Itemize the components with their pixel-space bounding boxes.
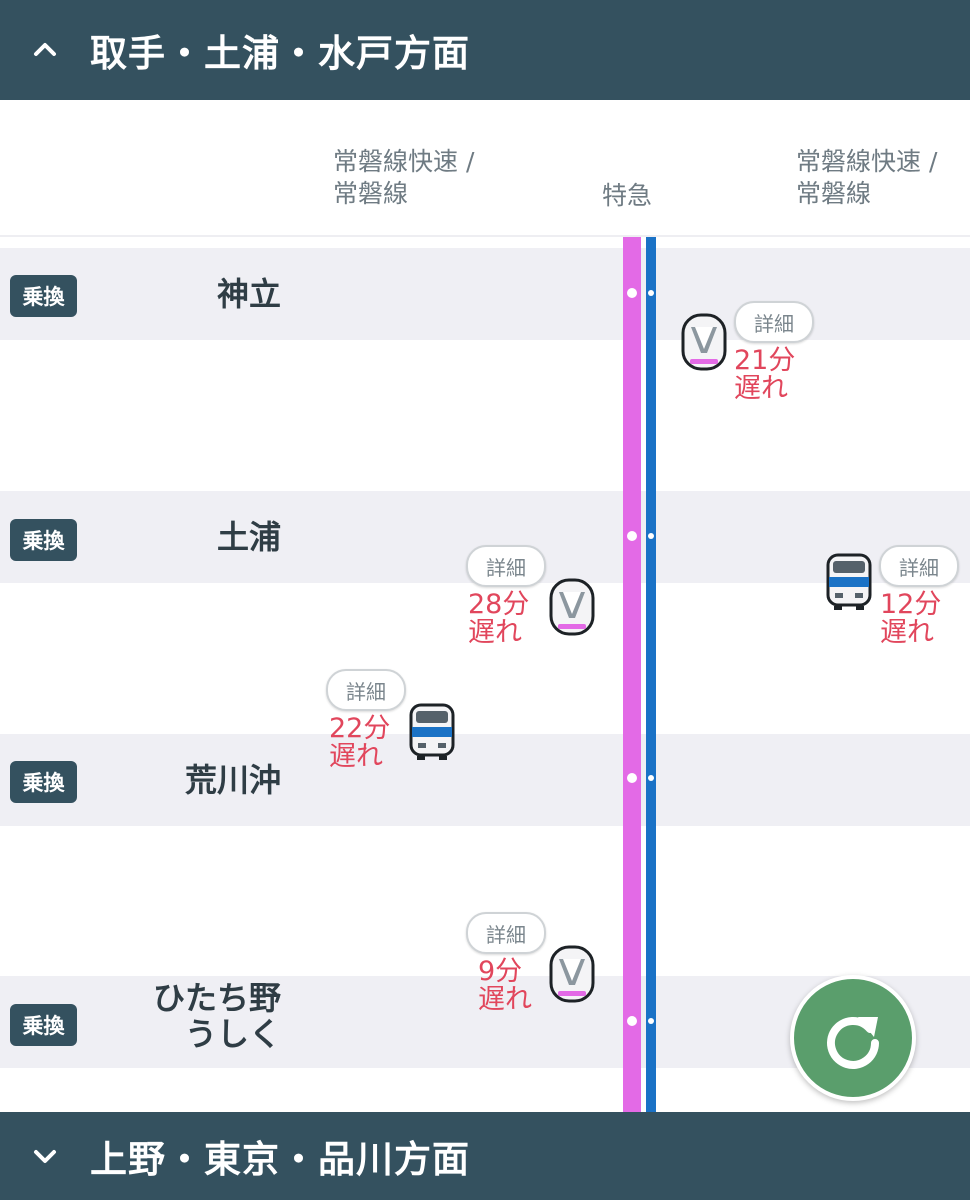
station-marker	[648, 775, 654, 781]
transfer-button[interactable]: 乗換	[10, 519, 77, 561]
station-name[interactable]: ひたち野 うしく	[153, 980, 281, 1052]
station-marker	[648, 290, 654, 296]
delay-text: 遅れ	[478, 984, 532, 1015]
column-right-heading: 常磐線快速 / 常磐線	[796, 146, 937, 210]
detail-button[interactable]: 詳細	[326, 669, 406, 711]
delay-status: 12分 遅れ	[880, 591, 941, 647]
delay-minutes: 9分	[478, 956, 523, 987]
footer-title: 上野・東京・品川方面	[90, 1138, 470, 1181]
delay-minutes: 12分	[880, 589, 942, 620]
delay-minutes: 22分	[329, 713, 391, 744]
delay-text: 遅れ	[329, 741, 383, 772]
detail-button[interactable]: 詳細	[466, 545, 546, 587]
refresh-button[interactable]	[790, 975, 916, 1101]
express-train-icon[interactable]	[549, 578, 595, 636]
column-right-line2: 常磐線	[796, 179, 872, 208]
refresh-icon	[827, 1016, 879, 1069]
delay-status: 28分 遅れ	[468, 591, 529, 647]
chevron-up-icon[interactable]	[0, 37, 90, 63]
chevron-down-icon[interactable]	[0, 1143, 90, 1169]
delay-minutes: 21分	[734, 345, 796, 376]
delay-minutes: 28分	[468, 589, 530, 620]
station-marker	[625, 529, 639, 543]
local-train-icon[interactable]	[409, 703, 455, 761]
station-row: 乗換 神立	[0, 248, 970, 340]
station-marker	[625, 771, 639, 785]
delay-text: 遅れ	[880, 617, 934, 648]
column-center-heading: 特急	[602, 181, 653, 210]
transfer-button[interactable]: 乗換	[10, 761, 77, 803]
delay-text: 遅れ	[468, 617, 522, 648]
detail-button[interactable]: 詳細	[466, 912, 546, 954]
station-marker	[648, 533, 654, 539]
header-title: 取手・土浦・水戸方面	[90, 32, 470, 75]
station-marker	[625, 286, 639, 300]
delay-status: 22分 遅れ	[329, 715, 390, 771]
station-name[interactable]: 荒川沖	[185, 762, 281, 798]
station-name-line2: うしく	[184, 1015, 281, 1053]
delay-text: 遅れ	[734, 373, 788, 404]
express-train-icon[interactable]	[681, 313, 727, 371]
station-name[interactable]: 土浦	[217, 519, 281, 555]
transfer-button[interactable]: 乗換	[10, 1004, 77, 1046]
station-marker	[648, 1018, 654, 1024]
direction-header-up[interactable]: 取手・土浦・水戸方面	[0, 0, 970, 100]
station-name[interactable]: 神立	[217, 276, 281, 312]
station-row: 乗換 荒川沖	[0, 734, 970, 826]
station-marker	[625, 1014, 639, 1028]
transfer-button[interactable]: 乗換	[10, 275, 77, 317]
station-name-line1: ひたち野	[152, 979, 281, 1017]
delay-status: 9分 遅れ	[478, 958, 532, 1014]
express-train-icon[interactable]	[549, 945, 595, 1003]
detail-button[interactable]: 詳細	[879, 545, 959, 587]
detail-button[interactable]: 詳細	[734, 301, 814, 343]
column-left-heading: 常磐線快速 / 常磐線	[333, 146, 474, 210]
local-train-icon[interactable]	[826, 553, 872, 611]
column-left-line2: 常磐線	[333, 179, 409, 208]
direction-header-down[interactable]: 上野・東京・品川方面	[0, 1112, 970, 1200]
column-right-line1: 常磐線快速 /	[796, 147, 938, 176]
header-divider	[0, 235, 970, 237]
column-left-line1: 常磐線快速 /	[333, 147, 475, 176]
delay-status: 21分 遅れ	[734, 347, 795, 403]
